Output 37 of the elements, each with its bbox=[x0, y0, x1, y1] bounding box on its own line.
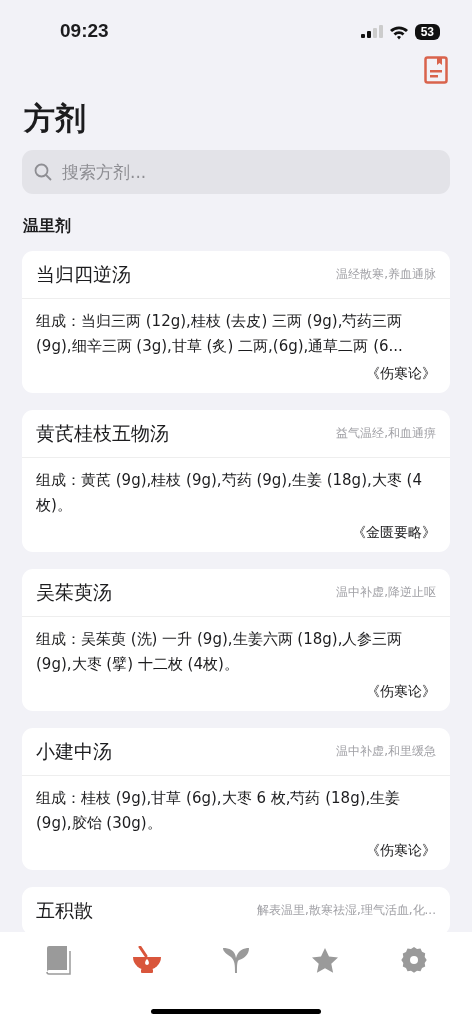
formula-effect: 解表温里,散寒祛湿,理气活血,化... bbox=[257, 902, 436, 919]
mortar-bowl-icon bbox=[132, 946, 163, 974]
status-time: 09:23 bbox=[60, 20, 109, 43]
formula-card[interactable]: 黄芪桂枝五物汤 益气温经,和血通痹 组成：黄芪 (9g),桂枝 (9g),芍药 (9g),生姜 (18g),大枣 (4枚)。 《金匮要略》 bbox=[22, 410, 450, 552]
formula-name: 当归四逆汤 bbox=[36, 261, 131, 287]
formula-source: 《金匮要略》 bbox=[352, 524, 436, 542]
formula-name: 黄芪桂枝五物汤 bbox=[36, 420, 169, 446]
formula-composition: 组成：当归三两 (12g),桂枝 (去皮) 三两 (9g),芍药三两 (9g),细辛三两 (3g),甘草 (炙) 二两,(6g),通草二两 (6... bbox=[36, 311, 404, 357]
formula-effect: 温经散寒,养血通脉 bbox=[336, 266, 436, 283]
formula-card[interactable]: 五积散 解表温里,散寒祛湿,理气活血,化... bbox=[22, 887, 450, 932]
formula-effect: 温中补虚,和里缓急 bbox=[336, 743, 436, 760]
settings-icon bbox=[399, 946, 428, 974]
formula-effect: 温中补虚,降逆止呕 bbox=[336, 584, 436, 601]
bookmark-document-icon[interactable] bbox=[424, 56, 448, 84]
page-title: 方剂 bbox=[24, 99, 87, 138]
formula-source: 《伤寒论》 bbox=[366, 365, 436, 383]
signal-icon bbox=[360, 24, 383, 40]
formula-composition: 组成：黄芪 (9g),桂枝 (9g),芍药 (9g),生姜 (18g),大枣 (4枚)。 bbox=[36, 470, 423, 516]
formula-card[interactable]: 吴茱萸汤 温中补虚,降逆止呕 组成：吴茱萸 (洗) 一升 (9g),生姜六两 (18g),人参三两 (9g),大枣 (擘) 十二枚 (4枚)。 《伤寒论》 bbox=[22, 569, 450, 711]
formula-name: 小建中汤 bbox=[36, 738, 112, 764]
formula-card[interactable]: 当归四逆汤 温经散寒,养血通脉 组成：当归三两 (12g),桂枝 (去皮) 三两 (9g),芍药三两 (9g),细辛三两 (3g),甘草 (炙) 二两,(6g),通草二两 (6... 《伤寒论》 bbox=[22, 251, 450, 393]
formula-composition: 组成：桂枝 (9g),甘草 (6g),大枣 6 枚,芍药 (18g),生姜 (9g),胶饴 (30g)。 bbox=[36, 788, 402, 834]
battery-level: 53 bbox=[414, 24, 440, 40]
book-icon bbox=[45, 945, 72, 975]
search-field[interactable]: 搜索方剂... bbox=[22, 150, 450, 194]
formula-card[interactable]: 小建中汤 温中补虚,和里缓急 组成：桂枝 (9g),甘草 (6g),大枣 6 枚,芍药 (18g),生姜 (9g),胶饴 (30g)。 《伤寒论》 bbox=[22, 728, 450, 870]
search-icon bbox=[34, 163, 52, 181]
formula-composition: 组成：吴茱萸 (洗) 一升 (9g),生姜六两 (18g),人参三两 (9g),大枣 (擘) 十二枚 (4枚)。 bbox=[36, 629, 404, 675]
formula-source: 《伤寒论》 bbox=[366, 842, 436, 860]
leaf-sprout-icon bbox=[222, 946, 250, 974]
formula-name: 五积散 bbox=[36, 897, 93, 923]
wifi-icon bbox=[388, 24, 409, 40]
star-icon bbox=[310, 946, 339, 974]
formula-source: 《伤寒论》 bbox=[366, 683, 436, 701]
formula-effect: 益气温经,和血通痹 bbox=[336, 425, 436, 442]
formula-name: 吴茱萸汤 bbox=[36, 579, 112, 605]
section-heading: 温里剂 bbox=[23, 216, 72, 237]
